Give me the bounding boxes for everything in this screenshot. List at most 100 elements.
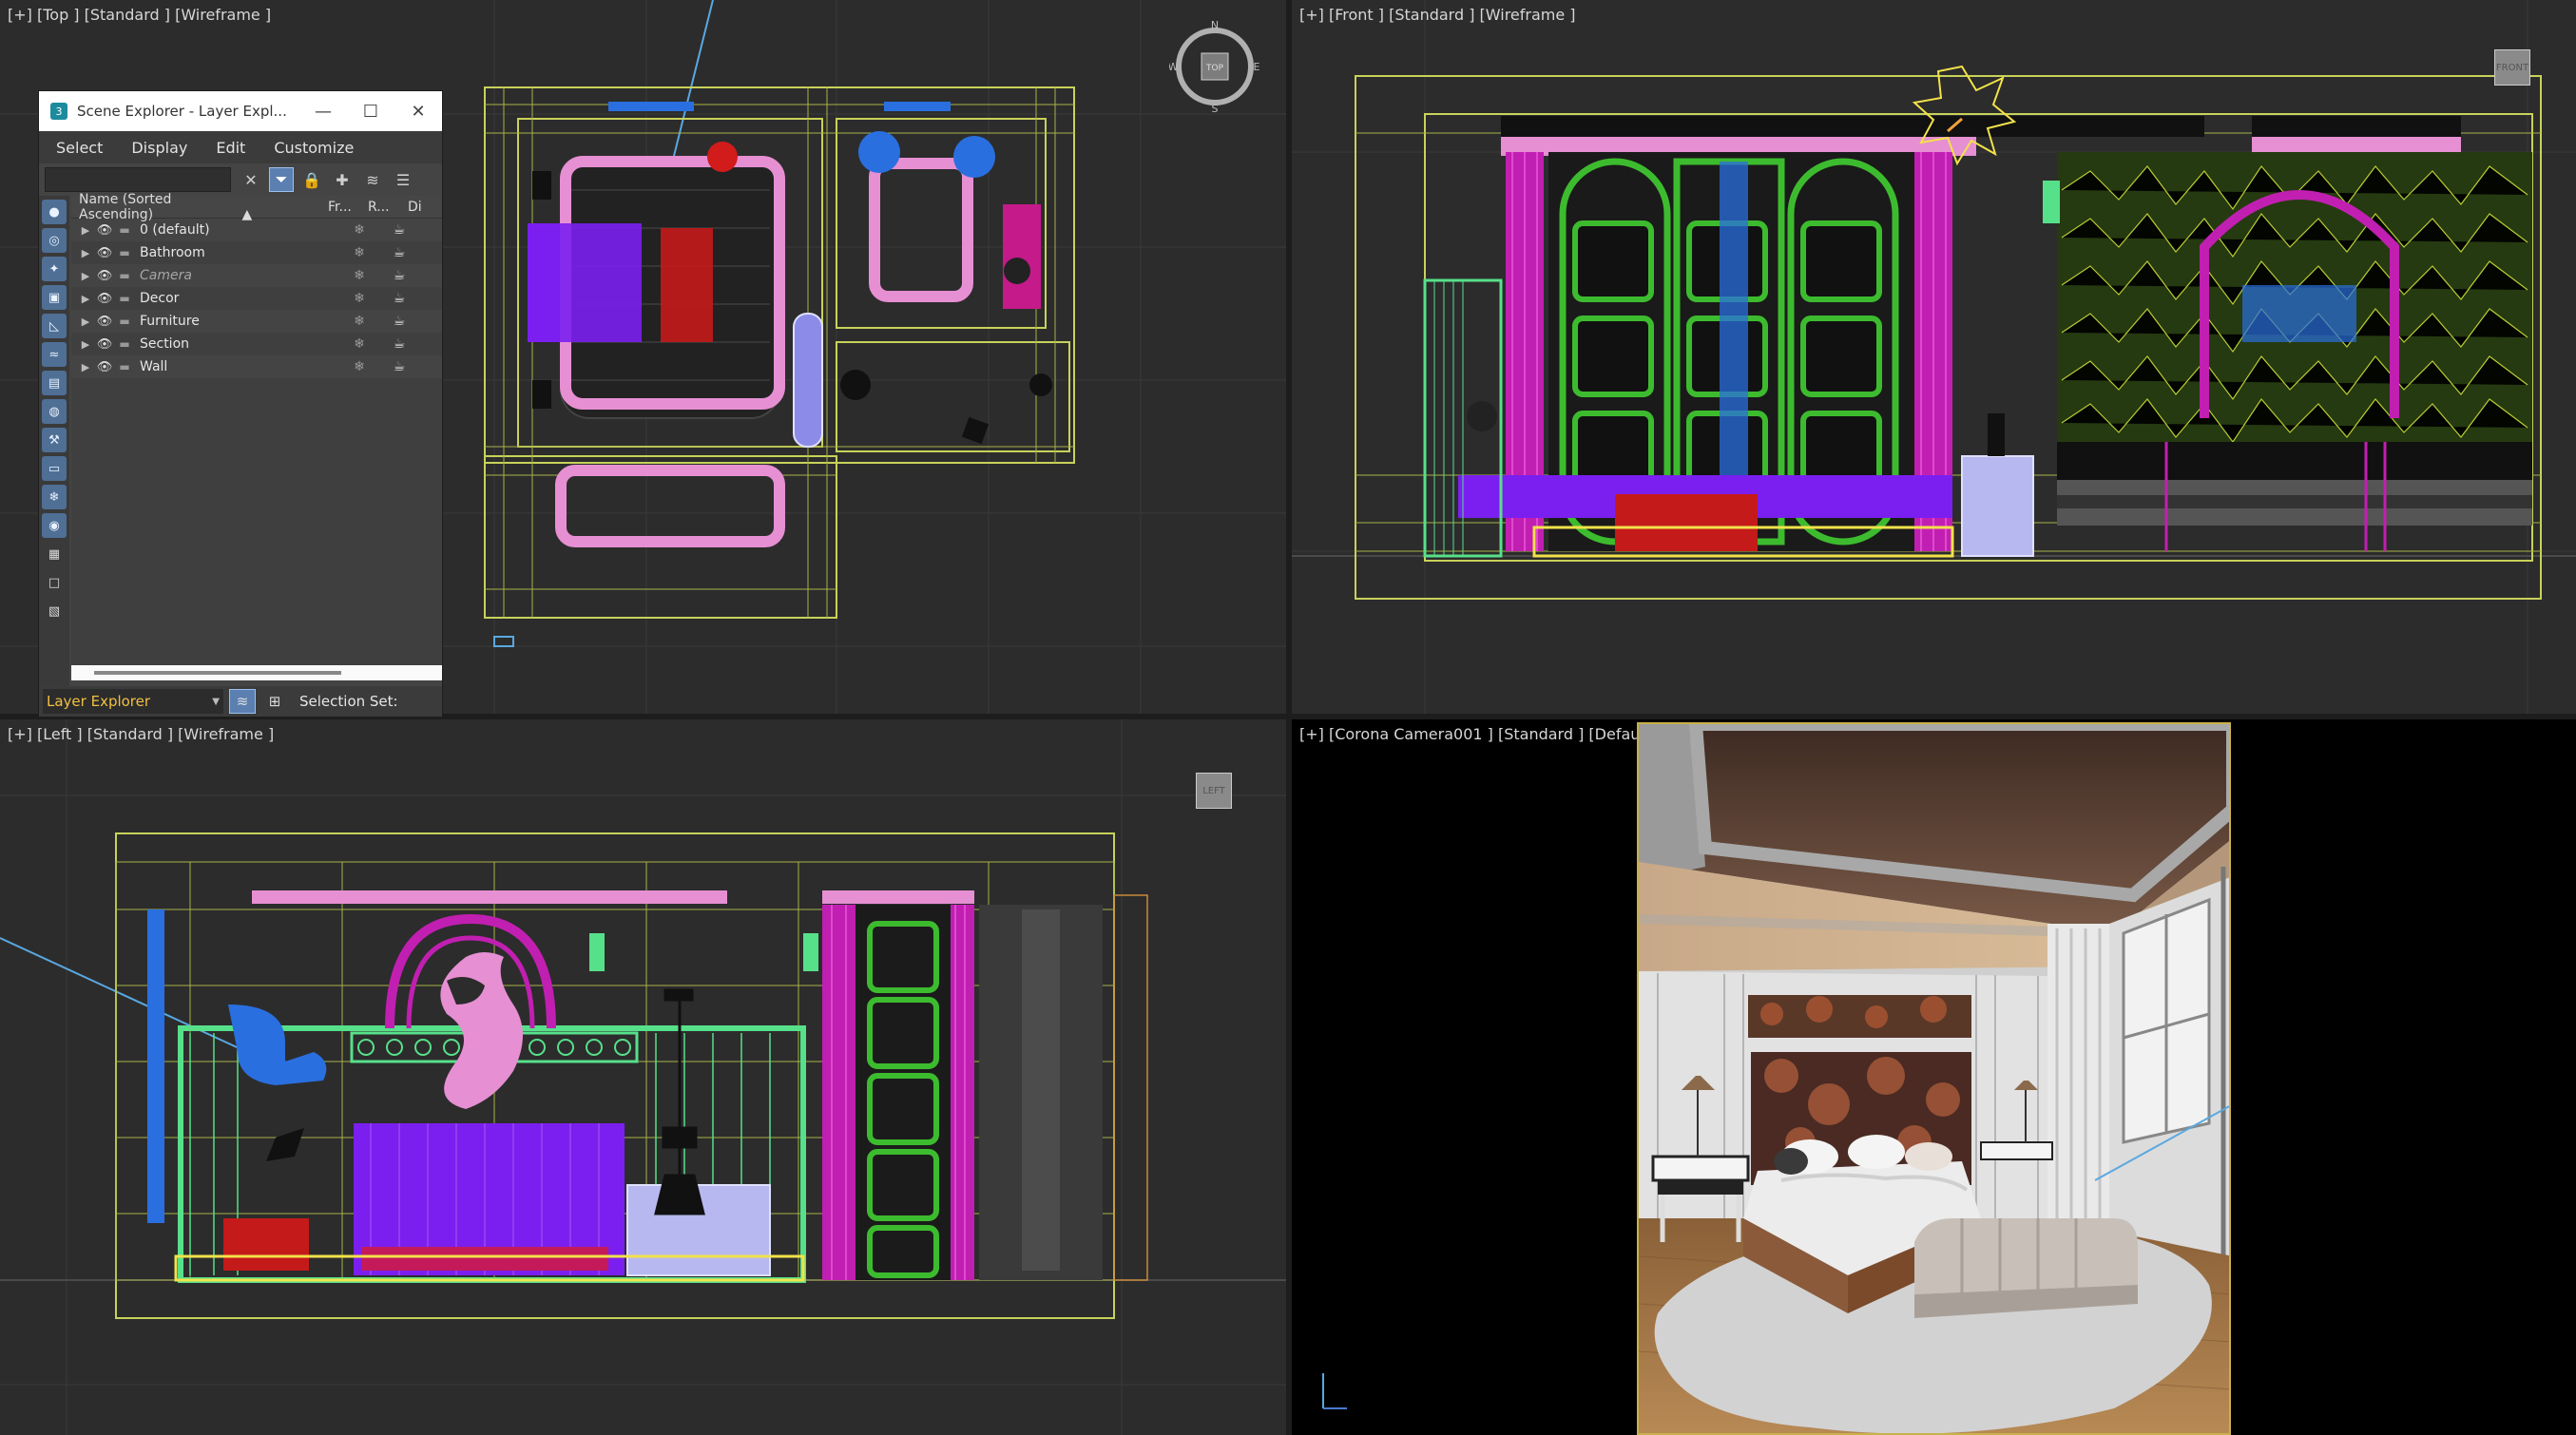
scene-explorer-filter-bar: ● ◎ ✦ ▣ ◺ ≈ ▤ ◍ ⚒ ▭ ❄ ◉ ▦ □ ▧ [39, 196, 69, 690]
navigation-compass[interactable]: TOP N S E W [1169, 17, 1260, 116]
display-spacewarps-icon[interactable]: ≈ [42, 342, 67, 367]
maximize-button[interactable]: ☐ [347, 102, 394, 122]
expand-arrow-icon[interactable]: ▶ [77, 361, 94, 373]
visibility-eye-icon[interactable]: 👁 [94, 360, 115, 374]
freeze-toggle-icon[interactable]: ❄ [339, 336, 379, 352]
layer-row[interactable]: ▶ 👁 ▬ Camera ❄ ☕ [71, 264, 442, 287]
layer-name[interactable]: Bathroom [134, 245, 339, 260]
render-toggle-icon[interactable]: ☕ [379, 291, 419, 306]
visibility-eye-icon[interactable]: 👁 [94, 315, 115, 329]
freeze-toggle-icon[interactable]: ❄ [339, 291, 379, 306]
render-toggle-icon[interactable]: ☕ [379, 222, 419, 238]
column-render[interactable]: R... [368, 200, 408, 215]
layer-name[interactable]: Camera [134, 268, 339, 283]
expand-arrow-icon[interactable]: ▶ [77, 224, 94, 237]
column-name[interactable]: Name (Sorted Ascending) ▲ [71, 192, 328, 222]
horizontal-scrollbar[interactable] [71, 665, 442, 680]
display-bones-icon[interactable]: ⚒ [42, 428, 67, 452]
layer-row[interactable]: ▶ 👁 ▬ 0 (default) ❄ ☕ [71, 219, 442, 241]
hierarchy-mode-icon[interactable]: ⊞ [261, 689, 288, 714]
layer-name[interactable]: Decor [134, 291, 339, 306]
display-shapes-icon[interactable]: ◎ [42, 228, 67, 253]
front-viewport[interactable]: [+] [Front ] [Standard ] [Wireframe ] FR… [1292, 0, 2576, 714]
left-viewport-label[interactable]: [+] [Left ] [Standard ] [Wireframe ] [8, 725, 274, 743]
front-viewport-label[interactable]: [+] [Front ] [Standard ] [Wireframe ] [1299, 6, 1576, 24]
render-toggle-icon[interactable]: ☕ [379, 336, 419, 352]
display-frozen-icon[interactable]: ❄ [42, 485, 67, 509]
display-invert-icon[interactable]: ▧ [42, 599, 67, 623]
hierarchy-icon[interactable]: ☰ [391, 167, 415, 192]
expand-arrow-icon[interactable]: ▶ [77, 338, 94, 351]
expand-arrow-icon[interactable]: ▶ [77, 293, 94, 305]
add-layer-icon[interactable]: ✚ [330, 167, 355, 192]
visibility-eye-icon[interactable]: 👁 [94, 269, 115, 283]
display-hidden-icon[interactable]: ◉ [42, 513, 67, 538]
layers-stack-icon[interactable]: ≋ [360, 167, 385, 192]
left-viewport[interactable]: [+] [Left ] [Standard ] [Wireframe ] LEF… [0, 719, 1286, 1435]
layer-row[interactable]: ▶ 👁 ▬ Wall ❄ ☕ [71, 355, 442, 378]
layer-name[interactable]: 0 (default) [134, 222, 339, 238]
display-lights-icon[interactable]: ✦ [42, 257, 67, 281]
display-helpers-icon[interactable]: ◺ [42, 314, 67, 338]
front-viewcube[interactable]: FRONT [2494, 49, 2530, 86]
layer-row[interactable]: ▶ 👁 ▬ Bathroom ❄ ☕ [71, 241, 442, 264]
expand-arrow-icon[interactable]: ▶ [77, 316, 94, 328]
visibility-eye-icon[interactable]: 👁 [94, 292, 115, 306]
menu-customize[interactable]: Customize [274, 139, 354, 157]
display-cameras-icon[interactable]: ▣ [42, 285, 67, 310]
layer-icon: ▬ [119, 269, 130, 282]
freeze-toggle-icon[interactable]: ❄ [339, 359, 379, 374]
rendered-bedroom-image [1637, 722, 2231, 1435]
lock-icon[interactable]: 🔒 [299, 167, 324, 192]
menu-select[interactable]: Select [56, 139, 103, 157]
left-viewcube[interactable]: LEFT [1196, 773, 1232, 809]
freeze-toggle-icon[interactable]: ❄ [339, 222, 379, 238]
layer-name[interactable]: Section [134, 336, 339, 352]
layer-row[interactable]: ▶ 👁 ▬ Decor ❄ ☕ [71, 287, 442, 310]
freeze-toggle-icon[interactable]: ❄ [339, 314, 379, 329]
scene-explorer-window[interactable]: 3 Scene Explorer - Layer Expl... — ☐ ✕ S… [38, 90, 443, 718]
render-toggle-icon[interactable]: ☕ [379, 268, 419, 283]
top-viewport-label[interactable]: [+] [Top ] [Standard ] [Wireframe ] [8, 6, 271, 24]
visibility-eye-icon[interactable]: 👁 [94, 223, 115, 238]
layer-row[interactable]: ▶ 👁 ▬ Section ❄ ☕ [71, 333, 442, 355]
close-button[interactable]: ✕ [394, 102, 442, 122]
visibility-eye-icon[interactable]: 👁 [94, 246, 115, 260]
layer-mode-icon[interactable]: ≋ [229, 689, 256, 714]
render-toggle-icon[interactable]: ☕ [379, 314, 419, 329]
explorer-type-dropdown[interactable]: Layer Explorer ▼ [43, 689, 223, 714]
render-toggle-icon[interactable]: ☕ [379, 359, 419, 374]
filter-icon[interactable]: ⏷ [269, 167, 294, 192]
layer-name[interactable]: Wall [134, 359, 339, 374]
layer-icon: ▬ [119, 246, 130, 259]
column-frozen[interactable]: Fr... [328, 200, 368, 215]
scrollbar-thumb[interactable] [94, 671, 341, 675]
display-geometry-icon[interactable]: ● [42, 200, 67, 224]
display-none-icon[interactable]: □ [42, 570, 67, 595]
menu-edit[interactable]: Edit [216, 139, 245, 157]
visibility-eye-icon[interactable]: 👁 [94, 337, 115, 352]
display-containers-icon[interactable]: ▭ [42, 456, 67, 481]
freeze-toggle-icon[interactable]: ❄ [339, 268, 379, 283]
freeze-toggle-icon[interactable]: ❄ [339, 245, 379, 260]
minimize-button[interactable]: — [299, 102, 347, 122]
display-xrefs-icon[interactable]: ◍ [42, 399, 67, 424]
sort-ascending-icon: ▲ [241, 206, 253, 222]
search-input[interactable] [45, 167, 231, 192]
display-all-icon[interactable]: ▦ [42, 542, 67, 566]
display-groups-icon[interactable]: ▤ [42, 371, 67, 395]
render-toggle-icon[interactable]: ☕ [379, 245, 419, 260]
layer-rows: ▶ 👁 ▬ 0 (default) ❄ ☕ ▶ 👁 ▬ Bathroom ❄ ☕ ▶ 👁 ▬ Camera ❄ ☕… [71, 219, 442, 378]
column-display[interactable]: Di [408, 200, 442, 215]
expand-arrow-icon[interactable]: ▶ [77, 270, 94, 282]
layer-icon: ▬ [119, 292, 130, 305]
left-viewcube-label: LEFT [1202, 785, 1225, 796]
svg-text:3: 3 [56, 105, 63, 118]
menu-display[interactable]: Display [131, 139, 187, 157]
expand-arrow-icon[interactable]: ▶ [77, 247, 94, 259]
scene-explorer-titlebar[interactable]: 3 Scene Explorer - Layer Expl... — ☐ ✕ [39, 91, 442, 131]
layer-row[interactable]: ▶ 👁 ▬ Furniture ❄ ☕ [71, 310, 442, 333]
clear-search-icon[interactable]: ✕ [239, 167, 263, 192]
layer-name[interactable]: Furniture [134, 314, 339, 329]
compass-east-label: E [1254, 61, 1260, 73]
